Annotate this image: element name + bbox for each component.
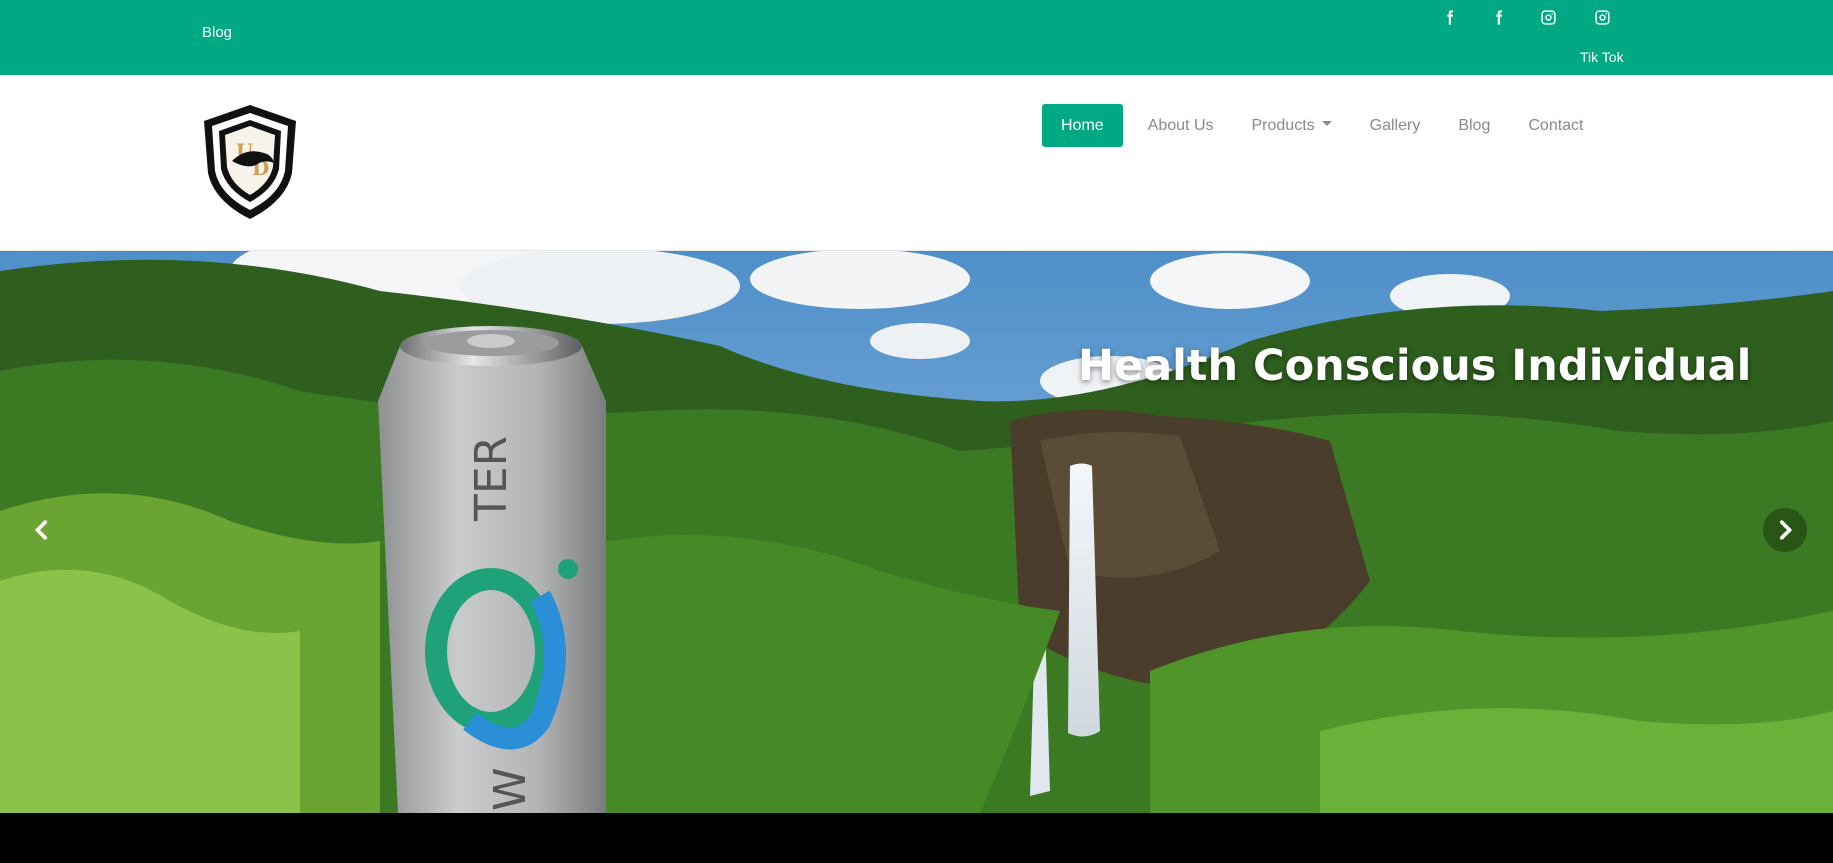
bottom-strip: [0, 813, 1833, 863]
site-logo[interactable]: U D: [202, 103, 298, 221]
slider-next-button[interactable]: [1763, 508, 1807, 552]
main-nav: Home About Us Products Gallery Blog Cont…: [1042, 104, 1603, 147]
top-blog-link[interactable]: Blog: [202, 24, 232, 41]
nav-contact[interactable]: Contact: [1509, 104, 1602, 147]
instagram-icon[interactable]: [1536, 5, 1560, 29]
site-header: U D Home About Us Products Gallery Blog …: [0, 75, 1833, 251]
hero-slider: TER W Health Conscious Individual: [0, 251, 1833, 813]
caret-down-icon: [1321, 121, 1332, 126]
nav-blog[interactable]: Blog: [1439, 104, 1509, 147]
nav-about-us[interactable]: About Us: [1129, 104, 1233, 147]
tiktok-link[interactable]: Tik Tok: [1580, 49, 1624, 65]
hero-image: TER W: [0, 251, 1833, 813]
chevron-right-icon: [1779, 520, 1793, 540]
nav-products-label: Products: [1251, 116, 1315, 134]
nav-products[interactable]: Products: [1233, 104, 1351, 147]
chevron-left-icon: [34, 520, 48, 540]
hero-headline: Health Conscious Individual: [1078, 341, 1752, 391]
nav-home[interactable]: Home: [1042, 104, 1123, 147]
svg-text:W: W: [485, 767, 536, 811]
facebook-icon[interactable]: [1437, 5, 1461, 29]
top-bar: Blog Tik Tok: [0, 0, 1833, 75]
nav-gallery[interactable]: Gallery: [1351, 104, 1440, 147]
instagram-icon[interactable]: [1590, 5, 1614, 29]
svg-text:TER: TER: [466, 436, 517, 522]
facebook-icon[interactable]: [1486, 5, 1510, 29]
slider-prev-button[interactable]: [20, 508, 64, 552]
